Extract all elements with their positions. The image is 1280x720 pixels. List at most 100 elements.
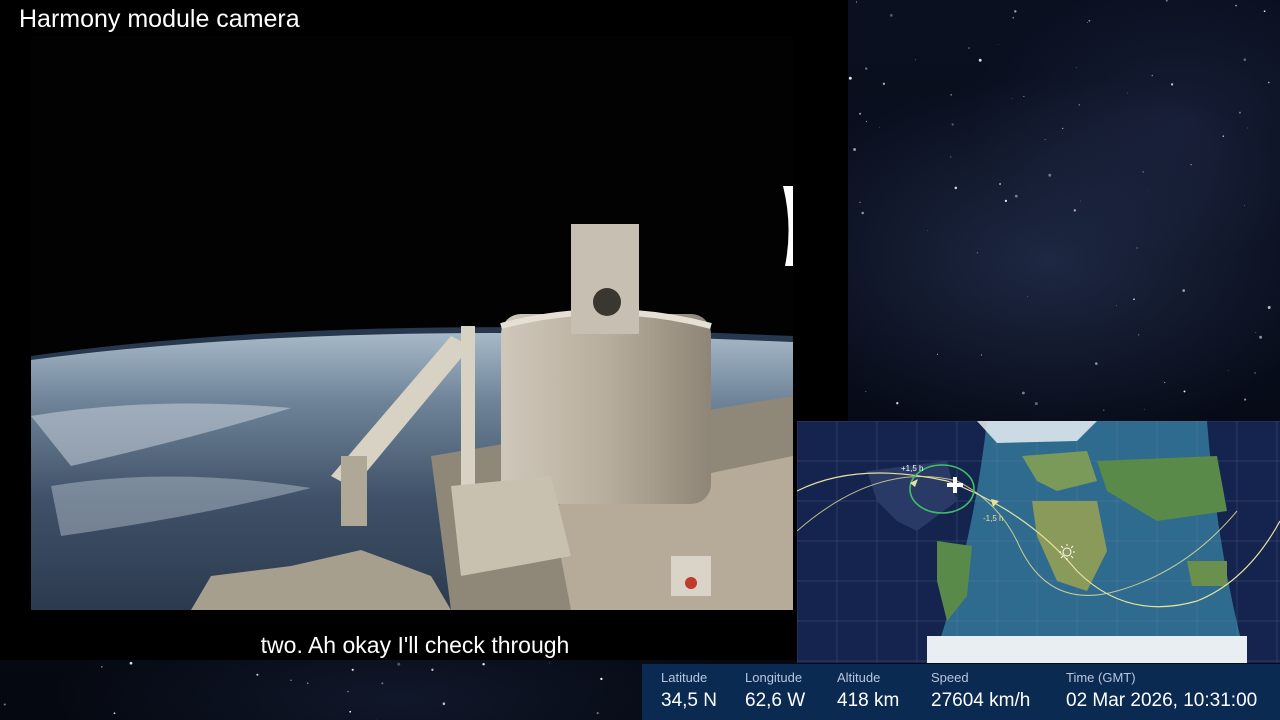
star bbox=[954, 186, 958, 190]
star bbox=[1165, 0, 1168, 2]
star bbox=[1263, 10, 1266, 13]
star bbox=[1103, 409, 1105, 411]
altitude-readout: Altitude 418 km bbox=[837, 670, 899, 714]
star bbox=[889, 14, 893, 17]
star bbox=[1004, 199, 1008, 202]
star bbox=[1136, 247, 1138, 249]
star bbox=[855, 1, 858, 3]
star bbox=[1144, 408, 1145, 410]
ground-track-map: +1,5 h -1,5 h bbox=[797, 421, 1280, 663]
star bbox=[1027, 296, 1028, 298]
star bbox=[976, 252, 979, 254]
star bbox=[1182, 289, 1185, 292]
star bbox=[915, 59, 917, 61]
latitude-readout: Latitude 34,5 N bbox=[661, 670, 717, 714]
star bbox=[1259, 335, 1263, 339]
star bbox=[1088, 19, 1091, 22]
star bbox=[848, 76, 852, 80]
star bbox=[1095, 362, 1098, 365]
star bbox=[1133, 298, 1135, 301]
star bbox=[927, 230, 929, 231]
star bbox=[1127, 92, 1128, 94]
star bbox=[1080, 200, 1081, 202]
star bbox=[865, 390, 867, 392]
star bbox=[1190, 164, 1192, 166]
star bbox=[1244, 205, 1246, 207]
star bbox=[1075, 67, 1077, 69]
star bbox=[936, 353, 939, 355]
star bbox=[1022, 391, 1025, 395]
camera-feed[interactable] bbox=[31, 36, 793, 610]
star bbox=[865, 67, 868, 70]
star bbox=[397, 662, 401, 666]
star bbox=[999, 182, 1002, 186]
star bbox=[853, 148, 857, 151]
star bbox=[482, 663, 485, 666]
time-label: Time (GMT) bbox=[1066, 670, 1136, 685]
star bbox=[968, 47, 970, 49]
star bbox=[431, 668, 434, 671]
star bbox=[1012, 16, 1015, 19]
longitude-label: Longitude bbox=[745, 670, 803, 685]
star bbox=[1073, 209, 1076, 212]
star bbox=[1247, 127, 1248, 129]
star bbox=[596, 712, 599, 715]
star bbox=[861, 211, 864, 215]
caption-text: two. Ah okay I'll check through bbox=[260, 632, 570, 658]
star bbox=[1267, 81, 1270, 84]
star bbox=[349, 710, 352, 713]
star bbox=[600, 677, 603, 681]
star bbox=[879, 126, 881, 128]
star bbox=[129, 661, 133, 665]
star bbox=[1164, 381, 1166, 384]
speed-readout: Speed 27604 km/h bbox=[931, 670, 1030, 714]
star bbox=[1254, 372, 1256, 374]
altitude-label: Altitude bbox=[837, 670, 881, 685]
star bbox=[1061, 127, 1064, 130]
star bbox=[376, 718, 378, 720]
star bbox=[1267, 306, 1271, 309]
star bbox=[1227, 370, 1229, 371]
star bbox=[1014, 10, 1017, 13]
time-marker-plus: +1,5 h bbox=[901, 464, 923, 473]
star bbox=[1222, 135, 1225, 137]
star bbox=[256, 673, 259, 676]
star bbox=[950, 156, 952, 158]
star bbox=[1235, 4, 1237, 7]
star bbox=[951, 123, 954, 126]
star bbox=[882, 82, 886, 85]
star bbox=[381, 682, 384, 685]
latitude-label: Latitude bbox=[661, 670, 708, 685]
star bbox=[865, 120, 867, 122]
star bbox=[1034, 402, 1038, 406]
speed-value: 27604 km/h bbox=[931, 690, 1031, 711]
camera-image bbox=[31, 36, 793, 610]
star bbox=[1048, 173, 1052, 177]
star bbox=[1137, 334, 1140, 336]
altitude-value: 418 km bbox=[837, 690, 900, 711]
star bbox=[1142, 171, 1145, 173]
time-readout: Time (GMT) 02 Mar 2026, 10:31:00 bbox=[1066, 670, 1257, 714]
star bbox=[859, 112, 862, 115]
star bbox=[1078, 103, 1081, 106]
star bbox=[1146, 190, 1148, 191]
star bbox=[859, 201, 861, 203]
star bbox=[896, 402, 899, 405]
star bbox=[1151, 74, 1154, 77]
star bbox=[1243, 58, 1247, 61]
time-marker-minus: -1,5 h bbox=[983, 514, 1003, 523]
star bbox=[997, 43, 999, 45]
star bbox=[978, 58, 982, 62]
star bbox=[1238, 111, 1241, 114]
star bbox=[307, 682, 309, 684]
telemetry-bar: Latitude 34,5 N Longitude 62,6 W Altitud… bbox=[642, 664, 1280, 720]
star bbox=[1011, 97, 1013, 99]
star bbox=[290, 679, 292, 682]
time-value: 02 Mar 2026, 10:31:00 bbox=[1066, 690, 1258, 711]
star bbox=[980, 354, 983, 356]
star bbox=[3, 703, 6, 706]
star bbox=[1014, 194, 1018, 198]
star bbox=[1170, 83, 1174, 86]
star bbox=[1244, 398, 1247, 401]
star bbox=[442, 702, 446, 705]
